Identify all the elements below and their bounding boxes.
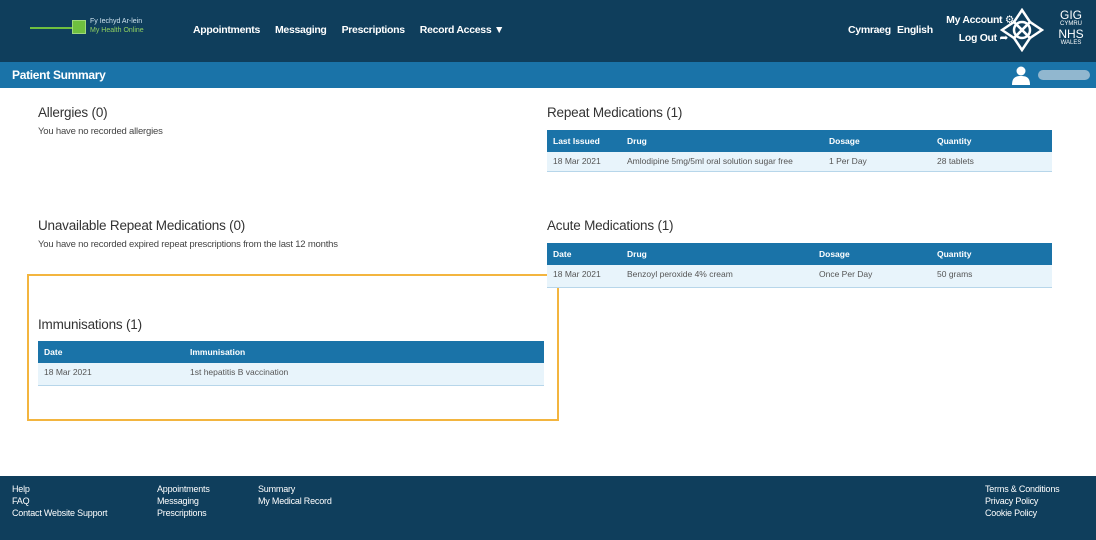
column-header-quantity: Quantity xyxy=(931,243,1052,265)
nhs-wales-emblem-icon xyxy=(1000,8,1044,52)
logo-text[interactable]: Fy Iechyd Ar-lein My Health Online xyxy=(90,17,144,35)
nav-prescriptions[interactable]: Prescriptions xyxy=(342,24,406,36)
brand-nhs: NHS xyxy=(1058,27,1084,41)
logo-line xyxy=(30,27,72,29)
table-row: 18 Mar 2021 Amlodipine 5mg/5ml oral solu… xyxy=(547,152,1052,172)
column-header-date: Date xyxy=(547,243,621,265)
repeat-medications-table: Last Issued Drug Dosage Quantity 18 Mar … xyxy=(547,130,1052,172)
table-header-row: Last Issued Drug Dosage Quantity xyxy=(547,130,1052,152)
user-icon[interactable] xyxy=(1012,66,1030,85)
logo-line2: My Health Online xyxy=(90,27,144,34)
footer-link-cookie[interactable]: Cookie Policy xyxy=(985,507,1059,519)
page-header-bar: Patient Summary xyxy=(0,62,1096,88)
allergies-title: Allergies (0) xyxy=(38,105,108,120)
cell-quantity: 50 grams xyxy=(931,265,1052,288)
unavailable-repeat-title: Unavailable Repeat Medications (0) xyxy=(38,218,246,233)
footer-link-appointments[interactable]: Appointments xyxy=(157,483,210,495)
my-health-online-logo[interactable] xyxy=(72,20,86,34)
cell-last-issued: 18 Mar 2021 xyxy=(547,152,621,172)
language-cymraeg[interactable]: Cymraeg xyxy=(848,24,891,36)
column-header-last-issued: Last Issued xyxy=(547,130,621,152)
column-header-date: Date xyxy=(38,341,184,363)
footer-column-record: Summary My Medical Record xyxy=(258,483,332,507)
logo-line1: Fy Iechyd Ar-lein xyxy=(90,18,143,25)
nav-record-access[interactable]: Record Access ▼ xyxy=(420,24,505,36)
footer-link-contact-support[interactable]: Contact Website Support xyxy=(12,507,107,519)
repeat-medications-title: Repeat Medications (1) xyxy=(547,105,683,120)
nav-appointments[interactable]: Appointments xyxy=(193,24,260,36)
cell-dosage: 1 Per Day xyxy=(823,152,931,172)
footer-link-terms[interactable]: Terms & Conditions xyxy=(985,483,1060,495)
user-name-redacted xyxy=(1038,70,1090,80)
footer-link-faq[interactable]: FAQ xyxy=(12,495,107,507)
footer-link-help[interactable]: Help xyxy=(12,483,107,495)
footer: Help FAQ Contact Website Support Appoint… xyxy=(0,476,1096,540)
brand-wales: WALES xyxy=(1060,40,1082,46)
brand-gig: GIG xyxy=(1059,8,1082,22)
footer-column-legal: Terms & Conditions Privacy Policy Cookie… xyxy=(985,483,1060,519)
column-header-immunisation: Immunisation xyxy=(184,341,544,363)
column-header-drug: Drug xyxy=(621,130,823,152)
table-header-row: Date Immunisation xyxy=(38,341,544,363)
column-header-quantity: Quantity xyxy=(931,130,1052,152)
column-header-dosage: Dosage xyxy=(823,130,931,152)
table-row: 18 Mar 2021 1st hepatitis B vaccination xyxy=(38,363,544,386)
acute-medications-title: Acute Medications (1) xyxy=(547,218,674,233)
immunisations-title: Immunisations (1) xyxy=(38,317,142,332)
immunisations-table: Date Immunisation 18 Mar 2021 1st hepati… xyxy=(38,341,544,386)
footer-link-summary[interactable]: Summary xyxy=(258,483,332,495)
table-header-row: Date Drug Dosage Quantity xyxy=(547,243,1052,265)
footer-column-services: Appointments Messaging Prescriptions xyxy=(157,483,210,519)
unavailable-repeat-text: You have no recorded expired repeat pres… xyxy=(38,239,338,250)
cell-date: 18 Mar 2021 xyxy=(547,265,621,288)
cell-drug: Amlodipine 5mg/5ml oral solution sugar f… xyxy=(621,152,823,172)
nav-messaging[interactable]: Messaging xyxy=(275,24,327,36)
footer-link-prescriptions[interactable]: Prescriptions xyxy=(157,507,210,519)
nhs-wales-wordmark: GIG CYMRU NHS WALES xyxy=(1050,9,1092,47)
column-header-drug: Drug xyxy=(621,243,813,265)
allergies-text: You have no recorded allergies xyxy=(38,126,163,137)
cell-immunisation: 1st hepatitis B vaccination xyxy=(184,363,544,386)
cell-date: 18 Mar 2021 xyxy=(38,363,184,386)
footer-link-my-medical-record[interactable]: My Medical Record xyxy=(258,495,332,507)
footer-link-privacy[interactable]: Privacy Policy xyxy=(985,495,1059,507)
footer-column-support: Help FAQ Contact Website Support xyxy=(12,483,107,519)
main-nav: Appointments Messaging Prescriptions Rec… xyxy=(193,24,504,36)
column-header-dosage: Dosage xyxy=(813,243,931,265)
cell-drug: Benzoyl peroxide 4% cream xyxy=(621,265,813,288)
cell-dosage: Once Per Day xyxy=(813,265,931,288)
top-navigation-bar: Fy Iechyd Ar-lein My Health Online Appoi… xyxy=(0,0,1096,62)
footer-link-messaging[interactable]: Messaging xyxy=(157,495,210,507)
table-row: 18 Mar 2021 Benzoyl peroxide 4% cream On… xyxy=(547,265,1052,288)
page-title: Patient Summary xyxy=(12,68,106,82)
language-english[interactable]: English xyxy=(897,24,933,36)
acute-medications-table: Date Drug Dosage Quantity 18 Mar 2021 Be… xyxy=(547,243,1052,288)
cell-quantity: 28 tablets xyxy=(931,152,1052,172)
